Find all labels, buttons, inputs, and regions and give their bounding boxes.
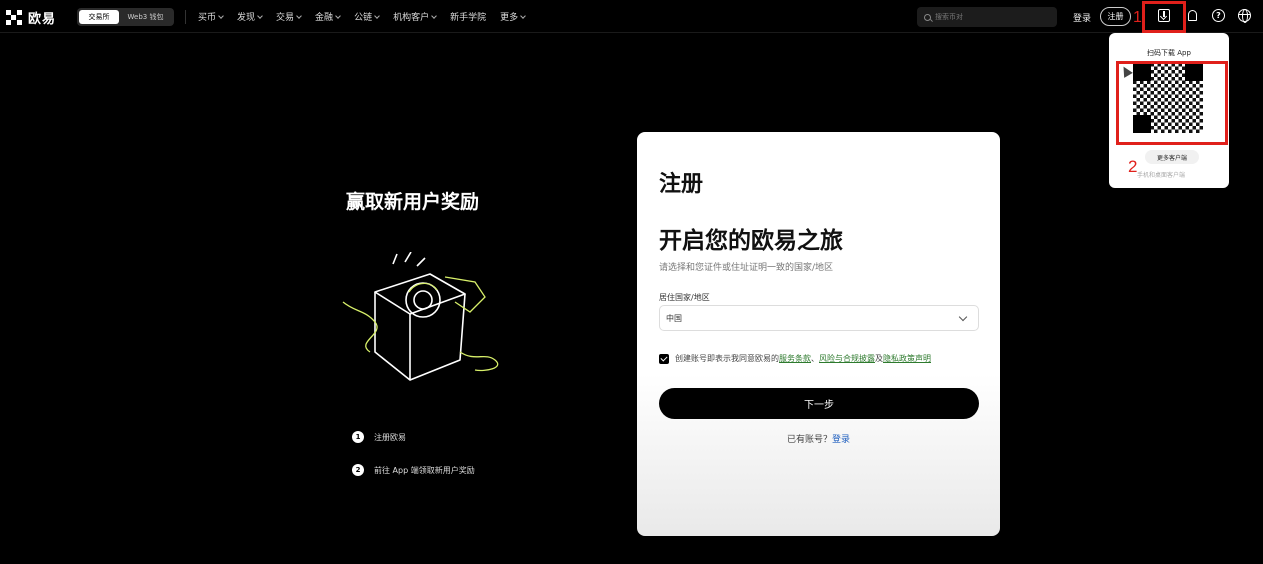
promo-step-1: 1 注册欧易: [352, 431, 406, 443]
mode-switch: 交易所 Web3 钱包: [77, 8, 174, 26]
agree-prefix: 创建账号即表示我同意欧易的: [675, 354, 779, 363]
nav-item-buy[interactable]: 买币: [198, 10, 224, 23]
card-subtitle: 请选择和您证件或住址证明一致的国家/地区: [659, 263, 834, 273]
nav-item-trade[interactable]: 交易: [276, 10, 302, 23]
has-account-text: 已有账号？: [786, 435, 832, 445]
terms-link[interactable]: 服务条款: [779, 354, 811, 363]
mode-web3-wallet-tab[interactable]: Web3 钱包: [121, 10, 170, 24]
annotation-number-1: 1: [1133, 9, 1142, 26]
nav-item-chain[interactable]: 公链: [354, 10, 380, 23]
step-text: 注册欧易: [374, 432, 406, 442]
agreement-row: 创建账号即表示我同意欧易的服务条款、风险与合规披露及隐私政策声明: [659, 353, 931, 364]
card-heading: 注册: [659, 172, 704, 197]
chevron-down-icon: [218, 12, 224, 19]
chevron-down-icon: [335, 12, 341, 19]
help-icon[interactable]: ?: [1212, 9, 1225, 22]
chevron-down-icon: [296, 12, 302, 19]
register-button[interactable]: 注册: [1100, 7, 1131, 26]
annotation-number-2: 2: [1128, 157, 1138, 176]
agree-and: 及: [875, 354, 883, 363]
bell-icon[interactable]: [1188, 10, 1197, 21]
country-select[interactable]: 中国: [659, 305, 979, 331]
risk-disclosure-link[interactable]: 风险与合规披露: [819, 354, 875, 363]
register-card: 注册 开启您的欧易之旅 请选择和您证件或住址证明一致的国家/地区 居住国家/地区…: [637, 132, 1000, 536]
country-value: 中国: [666, 313, 682, 323]
chevron-down-icon: [374, 12, 380, 19]
gift-box-illustration: [342, 252, 499, 381]
privacy-link[interactable]: 隐私政策声明: [883, 354, 931, 363]
main-nav: 买币 发现 交易 金融 公链 机构客户 新手学院 更多: [198, 10, 526, 23]
search-input[interactable]: 搜索币对: [917, 7, 1057, 27]
login-link[interactable]: 登录: [1073, 11, 1091, 24]
agree-checkbox[interactable]: [659, 353, 669, 364]
globe-icon[interactable]: [1238, 9, 1251, 23]
next-button[interactable]: 下一步: [659, 388, 979, 419]
promo-title: 赢取新用户奖励: [346, 191, 480, 213]
qr-subtitle: 手机和桌面客户端: [1137, 172, 1186, 179]
nav-item-discover[interactable]: 发现: [237, 10, 263, 23]
highlight-box-download: [1142, 1, 1186, 33]
highlight-box-qr: [1116, 61, 1228, 145]
search-placeholder: 搜索币对: [935, 13, 963, 21]
step-number: 2: [352, 464, 364, 476]
nav-item-more[interactable]: 更多: [500, 10, 526, 23]
nav-item-academy[interactable]: 新手学院: [450, 10, 486, 23]
logo[interactable]: 欧易: [6, 8, 56, 27]
step-number: 1: [352, 431, 364, 443]
step-text: 前往 App 端领取新用户奖励: [374, 465, 475, 475]
top-nav: 欧易 交易所 Web3 钱包 买币 发现 交易 金融 公链 机构客户 新手学院 …: [0, 0, 1263, 33]
promo-step-2: 2 前往 App 端领取新用户奖励: [352, 464, 475, 476]
more-clients-button[interactable]: 更多客户端: [1145, 150, 1199, 164]
chevron-down-icon: [958, 312, 968, 322]
chevron-down-icon: [257, 12, 263, 19]
logo-text: 欧易: [28, 12, 57, 27]
search-icon: [924, 13, 931, 21]
mode-exchange-tab[interactable]: 交易所: [79, 10, 119, 24]
login-inline-link[interactable]: 登录: [832, 435, 850, 445]
country-label: 居住国家/地区: [659, 293, 710, 302]
nav-divider: [185, 10, 186, 24]
qr-title: 扫码下载 App: [1147, 49, 1191, 57]
nav-item-finance[interactable]: 金融: [315, 10, 341, 23]
chevron-down-icon: [520, 12, 526, 19]
agree-separator: 、: [811, 354, 819, 363]
chevron-down-icon: [431, 12, 437, 19]
has-account-row: 已有账号？登录: [637, 432, 1000, 445]
nav-item-institutional[interactable]: 机构客户: [393, 10, 437, 23]
okx-logo-icon: [6, 9, 24, 26]
card-title: 开启您的欧易之旅: [659, 228, 843, 254]
